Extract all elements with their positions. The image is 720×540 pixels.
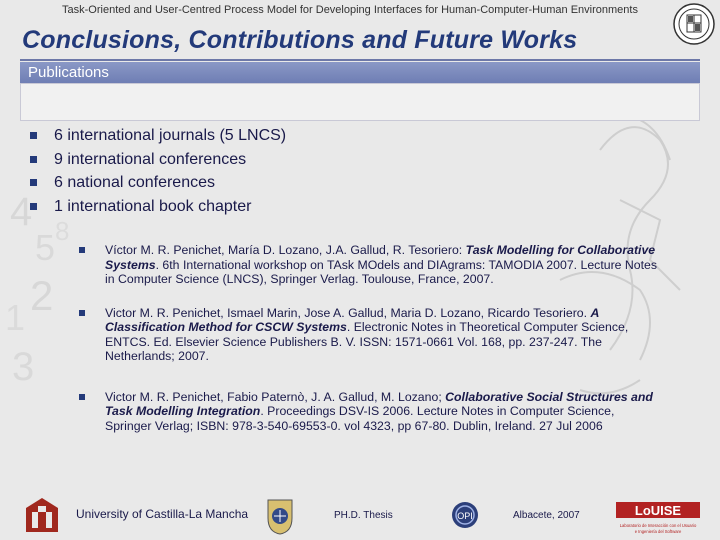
bullet-icon [30, 132, 37, 139]
svg-text:1: 1 [5, 297, 25, 338]
svg-text:LoUISE: LoUISE [635, 503, 682, 518]
university-name: University of Castilla-La Mancha [76, 507, 249, 521]
opi-logo-icon: OPI [452, 502, 478, 528]
louise-lab-logo-icon: LoUISE Laboratorio de Interacción con el… [616, 502, 700, 534]
list-item: 6 international journals (5 LNCS) [30, 124, 286, 148]
svg-text:2: 2 [30, 272, 53, 319]
section-label: Publications [28, 64, 109, 81]
svg-text:5: 5 [35, 227, 55, 268]
thesis-label: PH.D. Thesis [334, 510, 393, 521]
section-box [20, 83, 700, 121]
university-seal-icon [673, 3, 715, 45]
svg-text:Laboratorio de Interacción con: Laboratorio de Interacción con el Usuari… [620, 523, 697, 528]
reference-item: Victor M. R. Penichet, Fabio Paternò, J.… [74, 390, 664, 434]
uclm-logo-icon [26, 498, 58, 532]
running-title: Task-Oriented and User-Centred Process M… [62, 4, 638, 16]
reference-item: Victor M. R. Penichet, Ismael Marin, Jos… [74, 306, 664, 364]
slide-title: Conclusions, Contributions and Future Wo… [22, 26, 578, 54]
svg-text:4: 4 [10, 190, 32, 234]
bullet-icon [79, 393, 85, 400]
footer: University of Castilla-La Mancha PH.D. T… [0, 488, 720, 540]
bullet-icon [30, 155, 37, 163]
section-header: Publications [20, 62, 700, 83]
svg-text:3: 3 [12, 345, 34, 389]
crest-icon [267, 499, 293, 535]
list-item: 9 international conferences [30, 148, 286, 172]
reference-item: Víctor M. R. Penichet, María D. Lozano, … [74, 243, 664, 287]
list-item: 6 national conferences [30, 171, 286, 195]
svg-text:e Ingeniería del Software: e Ingeniería del Software [635, 529, 682, 534]
bullet-icon [79, 247, 85, 253]
city-year: Albacete, 2007 [513, 510, 580, 521]
summary-list: 6 international journals (5 LNCS) 9 inte… [30, 124, 286, 218]
svg-text:OPI: OPI [457, 511, 473, 521]
reference-list: Víctor M. R. Penichet, María D. Lozano, … [74, 243, 664, 433]
title-divider [20, 59, 700, 61]
list-item: 1 international book chapter [30, 195, 286, 219]
bullet-icon [30, 179, 37, 186]
bullet-icon [30, 202, 37, 210]
svg-text:8: 8 [55, 216, 69, 246]
bullet-icon [79, 309, 85, 316]
